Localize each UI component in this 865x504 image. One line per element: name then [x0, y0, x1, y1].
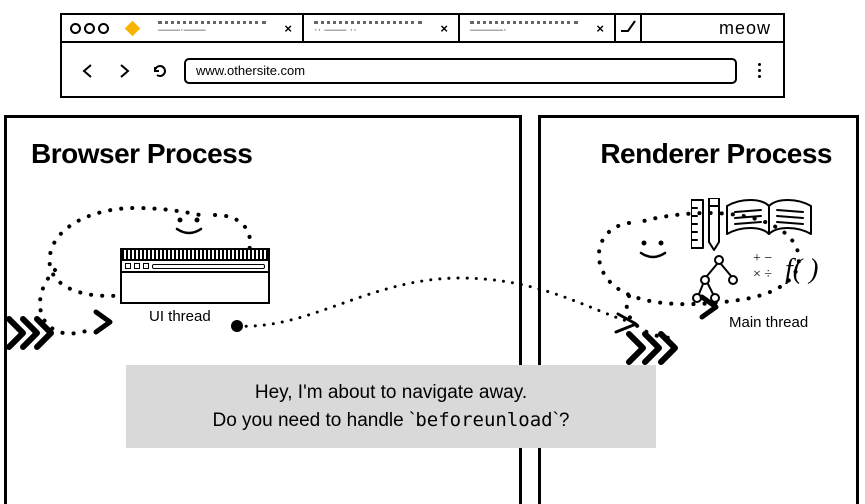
message-box: Hey, I'm about to navigate away. Do you … [126, 365, 656, 448]
svg-text:+ −: + − [753, 251, 772, 266]
process-title: Renderer Process [565, 138, 832, 170]
tab-strip: ——·—— × ·· —— ·· × ———· × meow [62, 15, 783, 43]
tab-1[interactable]: ·· —— ·· × [304, 14, 460, 42]
renderer-doodles: + − × ÷ f( ) [691, 198, 851, 308]
close-icon[interactable]: × [596, 21, 604, 36]
menu-button[interactable] [749, 63, 769, 78]
process-title: Browser Process [31, 138, 495, 170]
message-line-1: Hey, I'm about to navigate away. [146, 379, 636, 407]
svg-text:× ÷: × ÷ [753, 267, 772, 282]
url-text: www.othersite.com [196, 63, 305, 78]
browser-brand: meow [707, 18, 783, 39]
thread-label: UI thread [149, 308, 211, 325]
tab-2[interactable]: ———· × [460, 14, 616, 42]
window-controls [62, 23, 117, 34]
back-button[interactable] [76, 59, 100, 83]
forward-button[interactable] [112, 59, 136, 83]
dotted-blob-right [589, 188, 849, 368]
tab-overflow[interactable] [616, 14, 642, 42]
tab-label: ———· [470, 21, 578, 36]
tab-label: ——·—— [158, 21, 266, 36]
tab-0[interactable]: ——·—— × [148, 14, 304, 42]
reload-button[interactable] [148, 59, 172, 83]
close-icon[interactable]: × [440, 21, 448, 36]
chevrons-icon [623, 328, 701, 368]
diamond-icon [125, 20, 141, 36]
tab-label: ·· —— ·· [314, 21, 422, 36]
nav-strip: www.othersite.com [62, 43, 783, 98]
thread-label: Main thread [729, 314, 808, 331]
traffic-dot-icon [70, 23, 81, 34]
url-bar[interactable]: www.othersite.com [184, 58, 737, 84]
browser-chrome: ——·—— × ·· —— ·· × ———· × meow [60, 13, 785, 98]
traffic-dot-icon [84, 23, 95, 34]
svg-text:f( ): f( ) [785, 254, 818, 285]
close-icon[interactable]: × [284, 21, 292, 36]
mini-browser-icon [120, 248, 270, 304]
chevrons-icon [3, 313, 73, 353]
message-line-2: Do you need to handle `beforeunload`? [146, 407, 636, 435]
traffic-dot-icon [98, 23, 109, 34]
